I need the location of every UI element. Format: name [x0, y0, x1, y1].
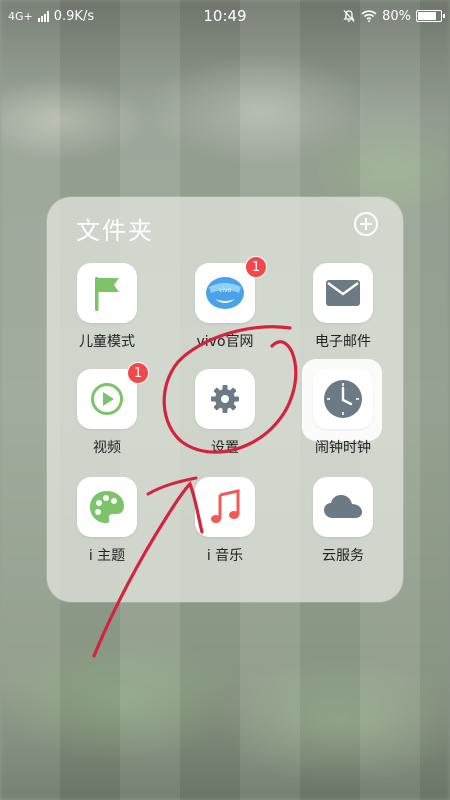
play-icon — [91, 383, 123, 415]
battery-percent: 80% — [382, 8, 411, 24]
wifi-icon — [361, 10, 377, 22]
palette-icon — [90, 491, 124, 523]
app-label: 闹钟时钟 — [315, 440, 371, 456]
app-tile[interactable] — [313, 263, 373, 323]
notification-badge: 1 — [127, 362, 149, 384]
app-label: vivo官网 — [196, 334, 254, 350]
status-bar: 4G+ 0.9K/s 10:49 80% — [0, 0, 450, 32]
app-label: 设置 — [211, 440, 239, 456]
svg-text:vivo: vivo — [219, 287, 232, 294]
vivo-store-icon: vivo — [206, 277, 244, 309]
network-speed: 0.9K/s — [53, 8, 95, 24]
app-email[interactable]: 电子邮件 — [287, 263, 399, 373]
app-tile[interactable] — [77, 477, 137, 537]
app-vivo-store[interactable]: vivo 1 vivo官网 — [169, 256, 281, 373]
app-music[interactable]: i 音乐 — [169, 477, 281, 587]
clock-icon — [324, 380, 362, 418]
app-video[interactable]: 1 视频 — [51, 362, 163, 479]
app-label: 儿童模式 — [79, 334, 135, 350]
app-alarm-clock[interactable]: 闹钟时钟 — [287, 369, 399, 479]
app-label: 电子邮件 — [315, 334, 371, 350]
app-label: 视频 — [93, 440, 121, 456]
plus-circle-icon[interactable] — [354, 212, 378, 236]
battery-icon — [416, 10, 445, 22]
flag-icon — [95, 277, 119, 311]
app-label: i 音乐 — [206, 548, 244, 564]
music-note-icon — [211, 489, 240, 523]
mute-icon — [343, 10, 355, 22]
app-tile[interactable] — [195, 369, 255, 429]
app-tile[interactable] — [77, 263, 137, 323]
signal-icon — [37, 10, 49, 22]
app-tile[interactable] — [313, 477, 373, 537]
app-folder: 文件夹 儿童模式 vivo 1 vivo官网 电子邮件 1 视频 设置 闹钟时钟… — [47, 197, 403, 602]
app-label: 云服务 — [322, 548, 364, 564]
folder-title[interactable]: 文件夹 — [76, 211, 154, 246]
cloud-icon — [324, 495, 362, 518]
app-tile[interactable] — [195, 477, 255, 537]
app-tile[interactable] — [313, 369, 373, 429]
app-label: i 主题 — [88, 548, 126, 564]
app-kids-mode[interactable]: 儿童模式 — [51, 263, 163, 373]
network-type: 4G+ — [8, 9, 33, 23]
app-themes[interactable]: i 主题 — [51, 477, 163, 587]
gear-icon — [211, 385, 239, 413]
app-cloud-service[interactable]: 云服务 — [287, 477, 399, 587]
app-settings[interactable]: 设置 — [169, 369, 281, 479]
envelope-icon — [326, 280, 360, 306]
notification-badge: 1 — [245, 256, 267, 278]
